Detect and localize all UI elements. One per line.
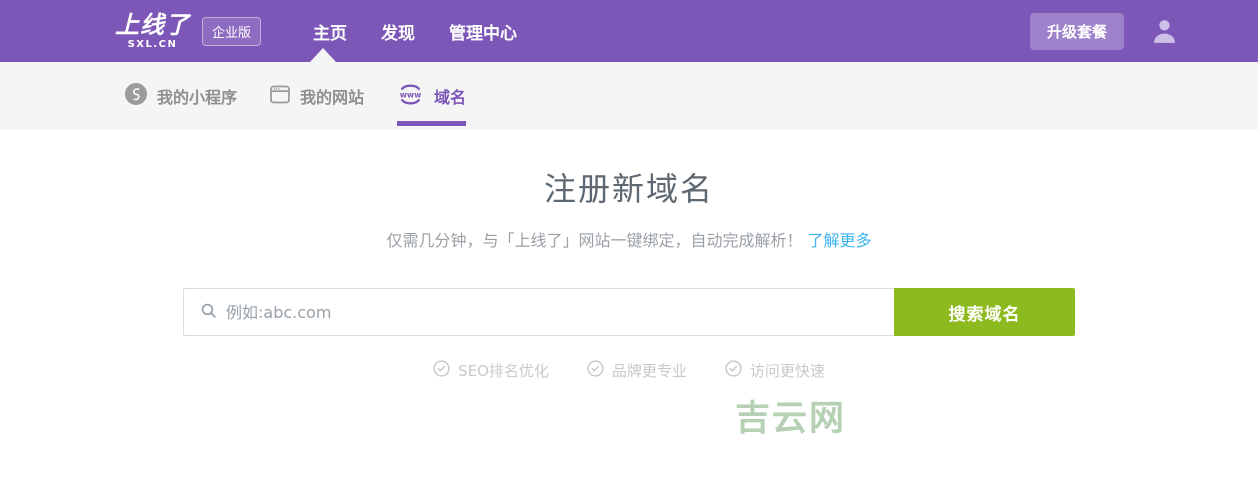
domain-search-input[interactable] bbox=[226, 302, 894, 322]
tab-my-miniprograms[interactable]: 我的小程序 bbox=[125, 62, 237, 130]
nav-item-admin-center[interactable]: 管理中心 bbox=[449, 19, 517, 44]
svg-text:www: www bbox=[400, 90, 422, 99]
feature-speed: 访问更快速 bbox=[725, 360, 825, 381]
active-nav-notch bbox=[310, 48, 336, 62]
website-window-icon bbox=[270, 85, 290, 108]
page: 上线了 SXL.CN 企业版 主页 发现 管理中心 升级套餐 我的小程序 我的网… bbox=[0, 0, 1258, 500]
top-header: 上线了 SXL.CN 企业版 主页 发现 管理中心 升级套餐 bbox=[0, 0, 1258, 62]
tab-label: 我的小程序 bbox=[157, 88, 238, 107]
main-content: 注册新域名 仅需几分钟，与「上线了」网站一键绑定，自动完成解析！ 了解更多 搜索… bbox=[0, 164, 1258, 381]
feature-list: SEO排名优化 品牌更专业 访问更快速 bbox=[0, 360, 1258, 381]
logo-title: 上线了 bbox=[115, 10, 190, 39]
site-watermark: 吉云网 bbox=[735, 399, 847, 439]
domain-search-row: 搜索域名 bbox=[183, 288, 1075, 336]
active-tab-underline bbox=[397, 121, 467, 126]
user-icon[interactable] bbox=[1152, 18, 1177, 45]
logo[interactable]: 上线了 SXL.CN bbox=[115, 13, 190, 50]
tab-my-websites[interactable]: 我的网站 bbox=[270, 62, 364, 130]
nav-item-discover[interactable]: 发现 bbox=[381, 19, 415, 44]
enterprise-badge: 企业版 bbox=[202, 16, 262, 46]
nav-item-home[interactable]: 主页 bbox=[313, 19, 347, 44]
feature-label: 访问更快速 bbox=[749, 362, 825, 380]
tab-label: 域名 bbox=[434, 88, 467, 107]
www-globe-icon: www bbox=[397, 83, 424, 110]
subtitle-text: 仅需几分钟，与「上线了」网站一键绑定，自动完成解析！ bbox=[386, 231, 803, 250]
sub-navigation: 我的小程序 我的网站 www 域名 bbox=[0, 62, 1258, 130]
feature-label: 品牌更专业 bbox=[611, 362, 687, 380]
miniprogram-icon bbox=[125, 83, 147, 109]
subtitle: 仅需几分钟，与「上线了」网站一键绑定，自动完成解析！ 了解更多 bbox=[0, 227, 1258, 251]
search-box bbox=[183, 288, 894, 336]
tab-domains[interactable]: www 域名 bbox=[397, 62, 467, 130]
check-circle-icon bbox=[433, 360, 450, 381]
top-nav: 主页 发现 管理中心 bbox=[313, 19, 517, 44]
logo-subtitle: SXL.CN bbox=[127, 38, 178, 50]
learn-more-link[interactable]: 了解更多 bbox=[808, 231, 872, 250]
search-domain-button[interactable]: 搜索域名 bbox=[894, 288, 1075, 336]
feature-brand: 品牌更专业 bbox=[587, 360, 687, 381]
page-title: 注册新域名 bbox=[543, 170, 714, 208]
tab-label: 我的网站 bbox=[300, 88, 365, 107]
feature-seo: SEO排名优化 bbox=[433, 360, 549, 381]
feature-label: SEO排名优化 bbox=[458, 362, 549, 380]
check-circle-icon bbox=[725, 360, 742, 381]
check-circle-icon bbox=[587, 360, 604, 381]
search-icon bbox=[200, 302, 217, 323]
upgrade-plan-button[interactable]: 升级套餐 bbox=[1029, 12, 1124, 50]
